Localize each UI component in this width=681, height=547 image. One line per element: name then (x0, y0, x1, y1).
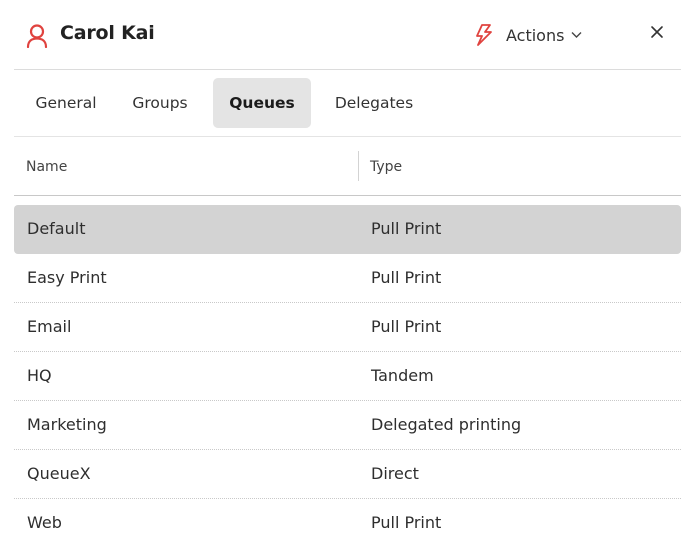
panel-header: Carol Kai Actions (14, 0, 681, 70)
tab-general[interactable]: General (16, 78, 116, 128)
tab-delegates[interactable]: Delegates (318, 78, 430, 128)
queue-type-cell: Tandem (371, 366, 434, 385)
chevron-down-icon (571, 32, 582, 38)
close-icon[interactable] (650, 25, 664, 39)
lightning-bolt-icon (476, 24, 492, 46)
actions-menu-button[interactable]: Actions (474, 22, 582, 48)
queue-table-body: Default Pull Print Easy Print Pull Print… (14, 205, 681, 547)
queue-type-cell: Pull Print (371, 268, 442, 287)
table-row[interactable]: HQ Tandem (14, 352, 681, 401)
queue-name-cell: HQ (27, 366, 52, 385)
person-icon (26, 24, 48, 48)
queue-type-cell: Delegated printing (371, 415, 522, 434)
user-detail-panel: Carol Kai Actions General Groups Queues … (14, 0, 681, 535)
queue-name-cell: Email (27, 317, 72, 336)
tab-bar: General Groups Queues Delegates (14, 70, 681, 137)
table-row[interactable]: QueueX Direct (14, 450, 681, 499)
queue-name-cell: Web (27, 513, 62, 532)
table-row[interactable]: Marketing Delegated printing (14, 401, 681, 450)
table-header: Name Type (14, 137, 681, 196)
queue-type-cell: Pull Print (371, 219, 442, 238)
table-row[interactable]: Web Pull Print (14, 499, 681, 547)
table-row[interactable]: Easy Print Pull Print (14, 254, 681, 303)
queue-name-cell: QueueX (27, 464, 91, 483)
column-header-name[interactable]: Name (26, 159, 67, 175)
column-header-type[interactable]: Type (370, 159, 402, 175)
queue-name-cell: Marketing (27, 415, 107, 434)
table-row[interactable]: Default Pull Print (14, 205, 681, 254)
actions-label: Actions (506, 25, 565, 45)
queue-type-cell: Pull Print (371, 317, 442, 336)
queue-type-cell: Pull Print (371, 513, 442, 532)
column-divider[interactable] (358, 151, 359, 181)
queue-name-cell: Easy Print (27, 268, 107, 287)
table-row[interactable]: Email Pull Print (14, 303, 681, 352)
queue-name-cell: Default (27, 219, 86, 238)
tab-groups[interactable]: Groups (122, 78, 198, 128)
queue-type-cell: Direct (371, 464, 419, 483)
user-name-title: Carol Kai (60, 22, 155, 44)
tab-queues[interactable]: Queues (213, 78, 311, 128)
